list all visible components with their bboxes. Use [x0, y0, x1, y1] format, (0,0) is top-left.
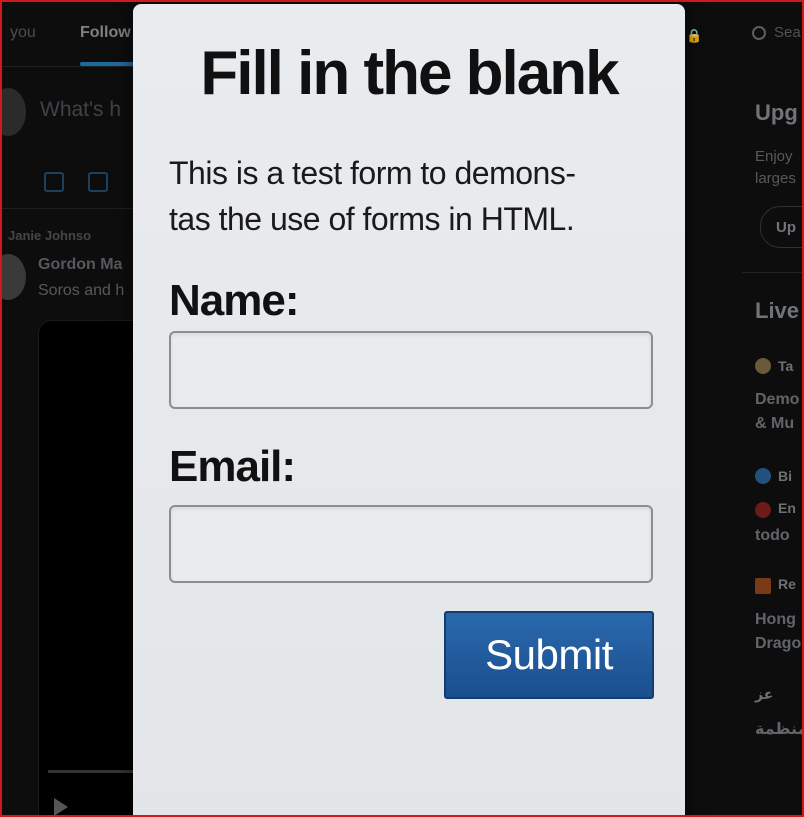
gif-icon[interactable]	[88, 172, 108, 192]
live-item-name[interactable]: Bi	[778, 468, 792, 484]
live-item-title-line2[interactable]: & Mu	[755, 412, 794, 436]
image-icon[interactable]	[44, 172, 64, 192]
live-item-title[interactable]: منظمة	[755, 718, 802, 742]
upgrade-text-line1: Enjoy	[755, 148, 793, 165]
modal-title: Fill in the blank	[200, 39, 619, 108]
live-item-name[interactable]: Re	[778, 576, 796, 592]
divider	[742, 272, 802, 273]
compose-avatar	[2, 88, 26, 136]
timeline-tabs: you Follow	[2, 2, 134, 67]
live-item-title[interactable]: Hong	[755, 608, 796, 632]
live-host-avatar	[755, 502, 771, 518]
live-item-name[interactable]: عز	[755, 686, 773, 703]
upgrade-heading: Upg	[755, 100, 798, 125]
divider	[2, 208, 134, 209]
search-icon	[752, 26, 766, 40]
upgrade-button[interactable]: Up	[760, 206, 802, 248]
post-author[interactable]: Gordon Ma	[38, 256, 122, 274]
live-item-title[interactable]: Demo	[755, 388, 799, 412]
tab-for-you[interactable]: you	[10, 24, 36, 42]
lock-icon: 🔒	[686, 28, 703, 43]
live-item-title-line2[interactable]: Drago	[755, 632, 801, 656]
upgrade-text-line2: larges	[755, 170, 796, 187]
description-line: This is a test form to demons-	[169, 155, 576, 191]
name-input[interactable]	[169, 331, 653, 409]
form-modal: Fill in the blank This is a test form to…	[133, 4, 685, 815]
live-host-avatar	[755, 468, 771, 484]
search-input[interactable]: Sea	[774, 24, 801, 41]
live-host-avatar	[755, 578, 771, 594]
video-progress-bar[interactable]	[48, 770, 138, 773]
email-label: Email:	[169, 442, 296, 491]
name-label: Name:	[169, 276, 299, 325]
email-input[interactable]	[169, 505, 653, 583]
screenshot-frame: you Follow What's h Janie Johnso Gordon …	[0, 0, 804, 817]
live-item-name[interactable]: En	[778, 500, 796, 516]
play-icon[interactable]	[54, 798, 68, 815]
submit-button[interactable]: Submit	[444, 611, 654, 699]
repost-label: Janie Johnso	[8, 228, 92, 243]
live-item-name[interactable]: Ta	[778, 358, 793, 374]
modal-description: This is a test form to demons- tas the u…	[169, 150, 659, 242]
tab-following[interactable]: Follow	[80, 24, 131, 42]
live-heading: Live	[755, 298, 800, 323]
active-tab-indicator	[80, 62, 134, 66]
compose-placeholder[interactable]: What's h	[40, 98, 121, 122]
live-host-avatar	[755, 358, 771, 374]
description-line: tas the use of forms in HTML.	[169, 201, 575, 237]
post-snippet: Soros and h	[38, 282, 125, 299]
live-item-title[interactable]: todo	[755, 524, 790, 548]
author-avatar[interactable]	[2, 254, 26, 300]
